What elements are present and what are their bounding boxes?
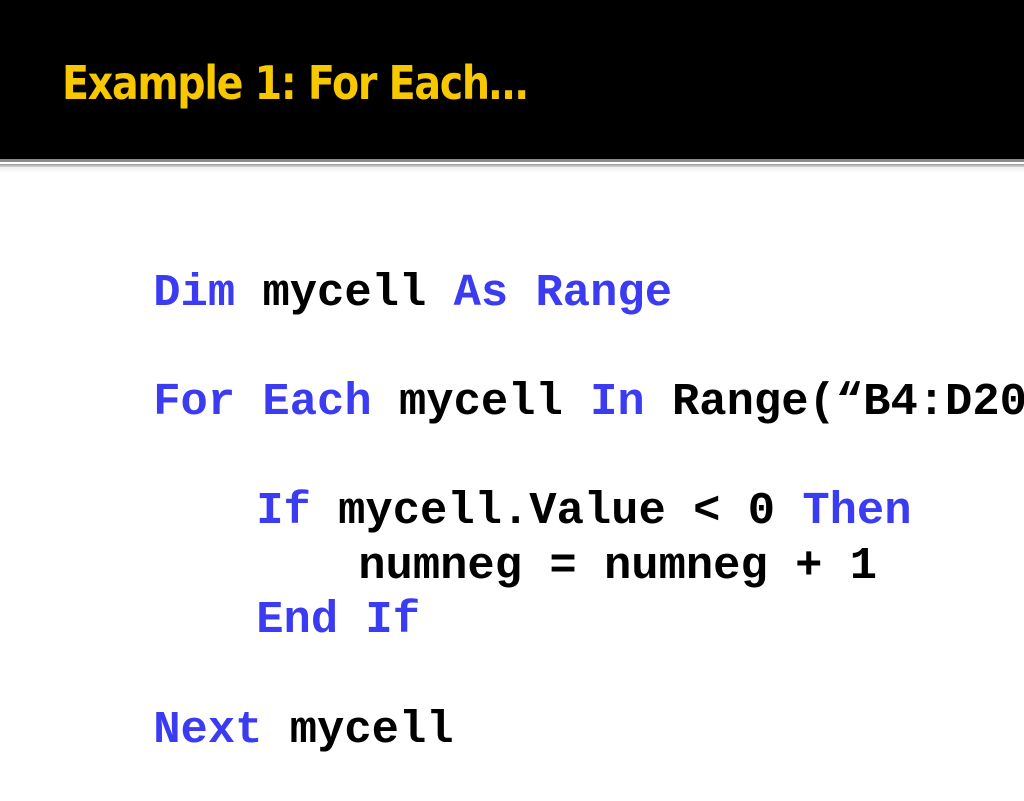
- slide-title: Example 1: For Each…: [62, 56, 528, 110]
- slide-header: Example 1: For Each…: [0, 0, 1024, 159]
- code-keyword: As: [453, 266, 509, 319]
- code-text: mycell: [262, 703, 454, 756]
- code-keyword: End If: [256, 593, 421, 646]
- code-line-next: Next mycell: [44, 662, 454, 799]
- code-keyword: Next: [153, 703, 263, 756]
- header-divider: [0, 159, 1024, 162]
- code-keyword: Range: [535, 266, 673, 319]
- code-block: Dim mycell As Range For Each mycell In R…: [0, 0, 1024, 753]
- code-text: mycell: [235, 266, 454, 319]
- code-keyword: Dim: [153, 266, 236, 319]
- code-text: numneg = numneg + 1: [358, 539, 878, 592]
- code-keyword: In: [590, 375, 645, 428]
- code-text: Range(“B4:D20”): [672, 375, 1024, 428]
- header-shadow: [0, 167, 1024, 173]
- code-text: mycell: [371, 375, 591, 428]
- code-keyword: For Each: [153, 375, 372, 428]
